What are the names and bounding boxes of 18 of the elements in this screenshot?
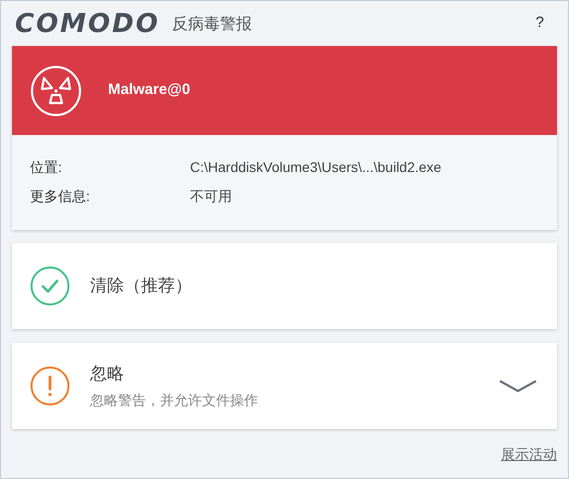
threat-name: Malware@0: [108, 80, 190, 100]
window-title: 反病毒警报: [172, 14, 252, 35]
detail-label: 位置:: [30, 158, 63, 177]
help-button[interactable]: ?: [536, 12, 544, 35]
radiation-icon: [30, 64, 82, 116]
option-description: 忽略警告，并允许文件操作: [90, 391, 258, 410]
action-option[interactable]: 忽略 忽略警告，并允许文件操作: [12, 343, 557, 429]
detail-value: C:\HarddiskVolume3\Users\...\build2.exe: [190, 158, 442, 177]
detail-value: 不可用: [190, 187, 232, 206]
action-option[interactable]: 清除（推荐）: [12, 243, 557, 329]
option-label: 清除（推荐）: [90, 275, 192, 298]
warning-icon: [30, 366, 70, 406]
check-icon: [30, 266, 70, 306]
show-activity-link[interactable]: 展示活动: [501, 444, 557, 465]
option-label: 忽略: [90, 362, 125, 385]
chevron-down-icon[interactable]: [499, 379, 537, 393]
detail-label: 更多信息:: [30, 187, 91, 206]
comodo-logo: COMODO: [15, 10, 160, 36]
